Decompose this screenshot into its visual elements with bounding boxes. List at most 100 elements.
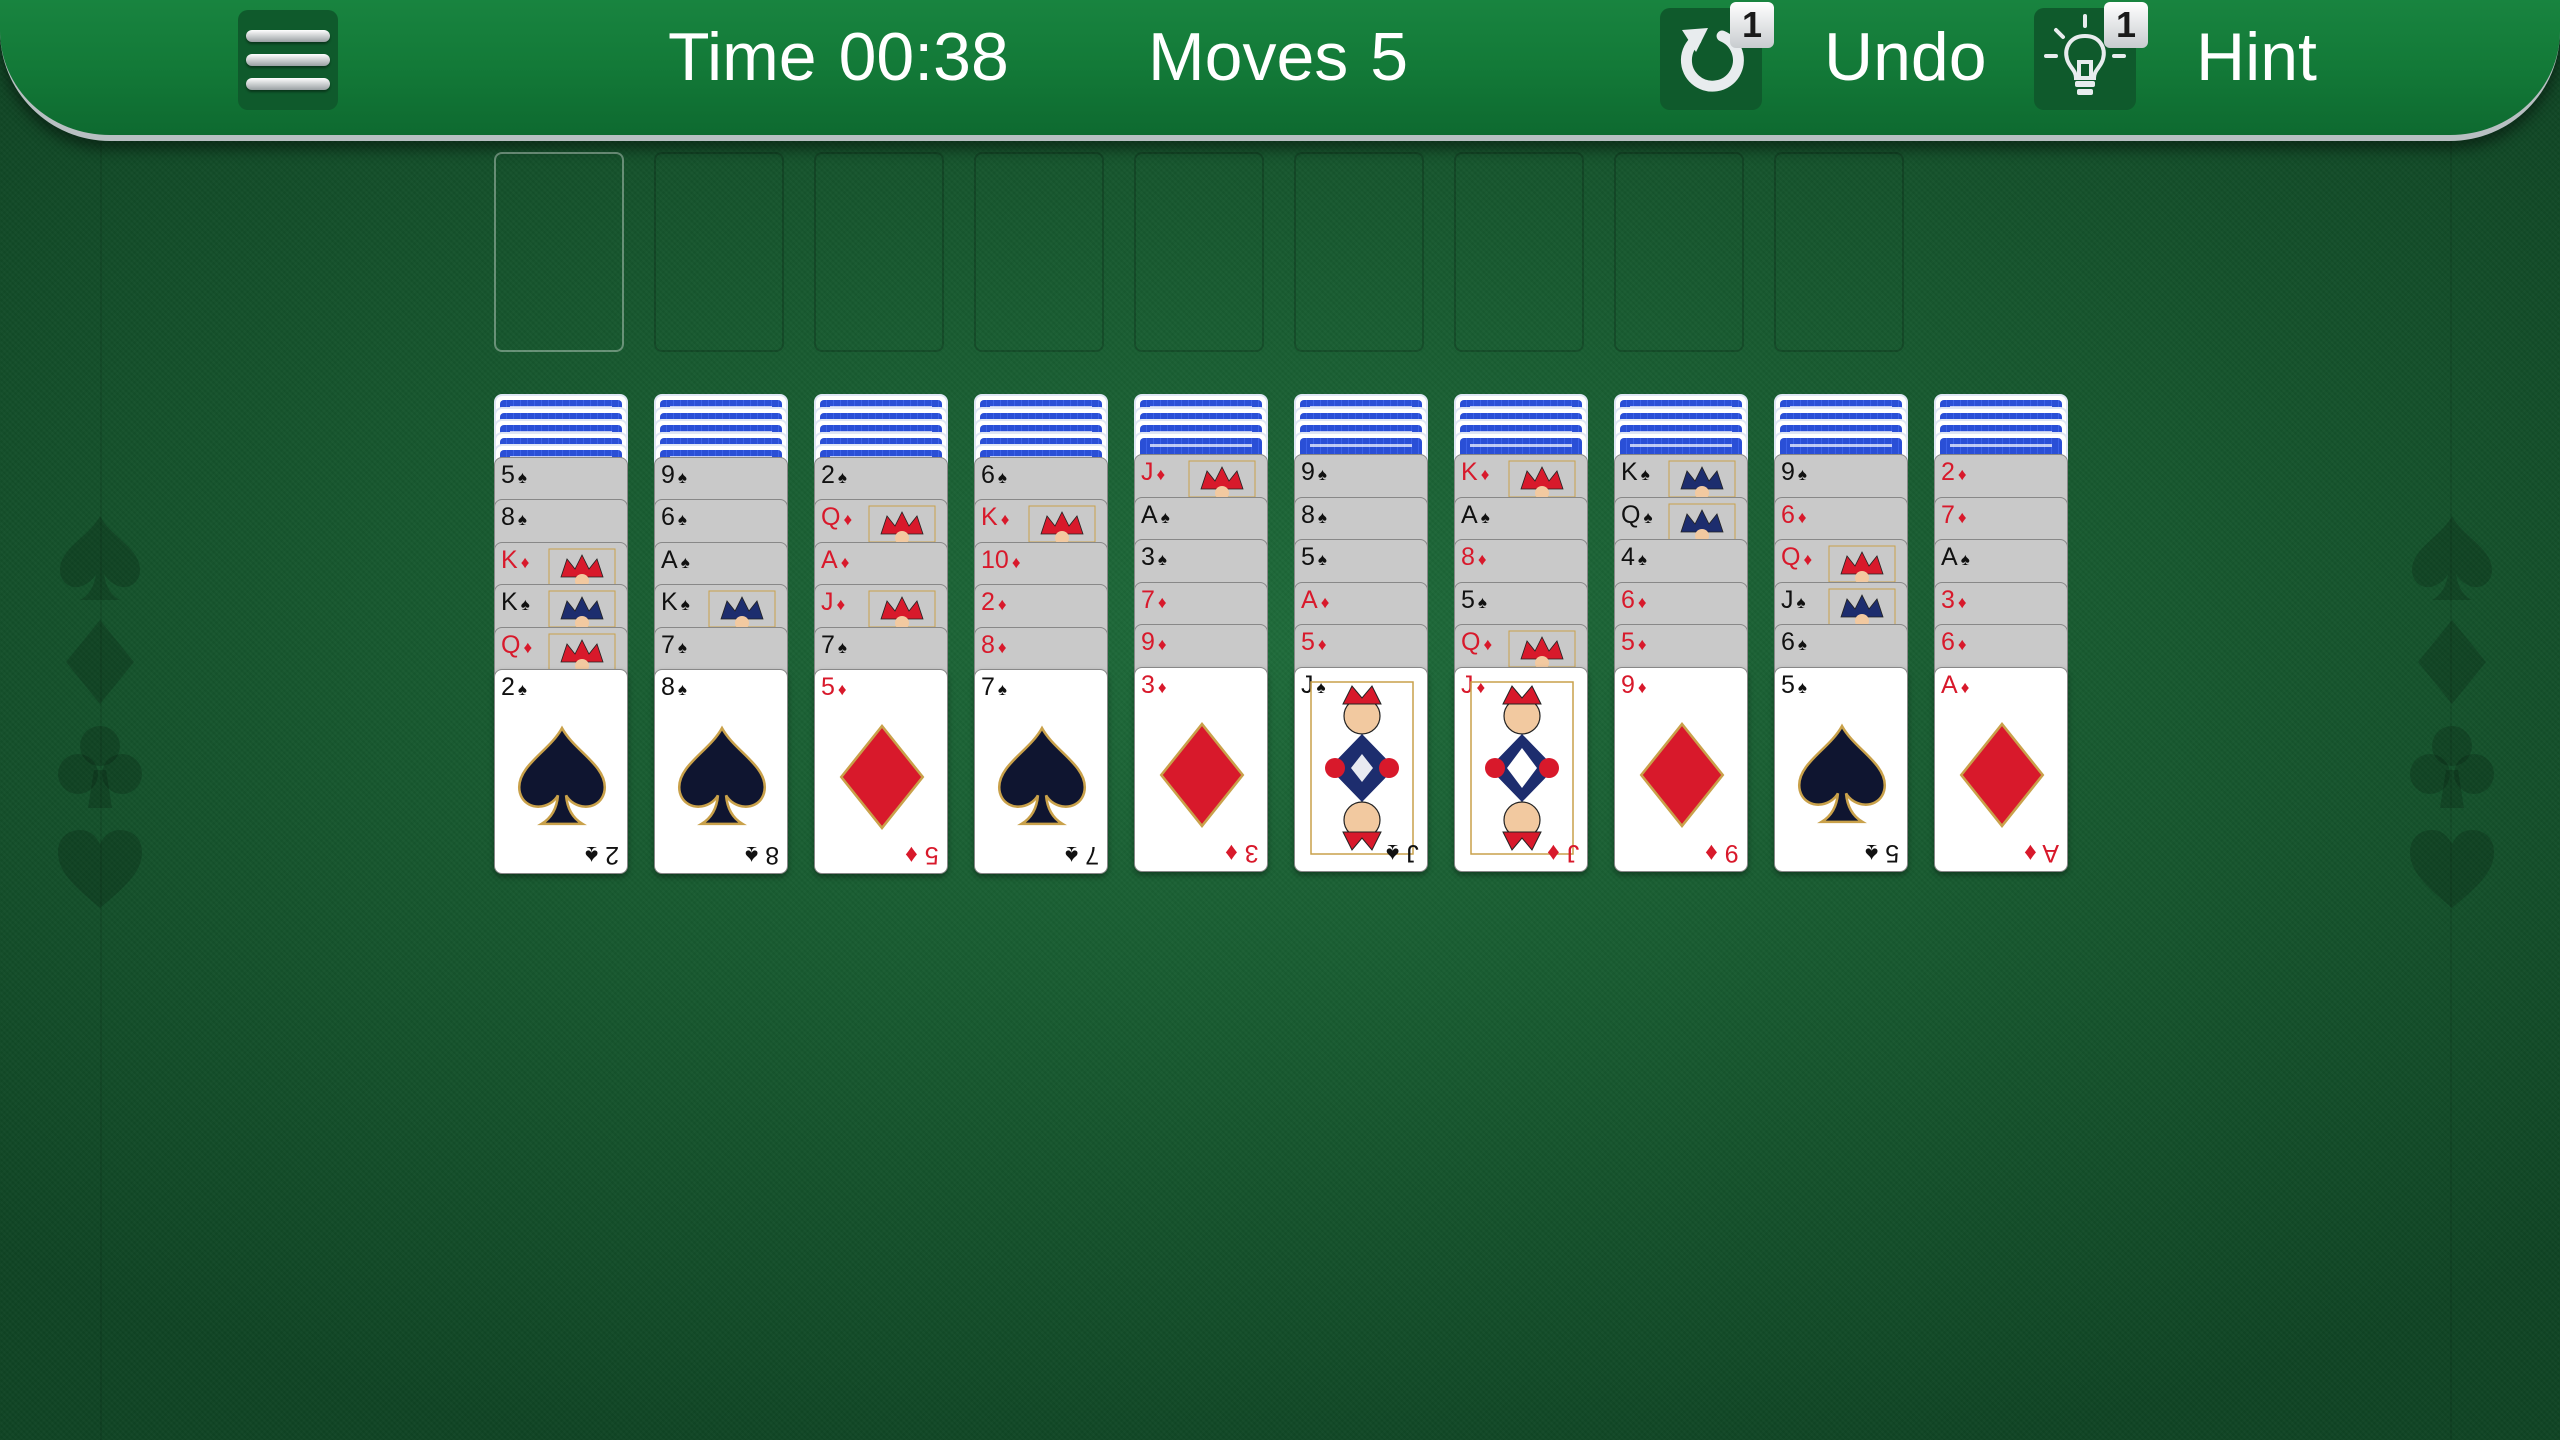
card-suit: ♠ xyxy=(1797,635,1807,654)
playing-card-top[interactable]: 2 ♠ 2 ♠ xyxy=(494,669,628,874)
card-suit: ♦ xyxy=(1157,592,1167,612)
card-rank: 9 ♠ xyxy=(661,460,687,489)
card-rank: 5 ♦ xyxy=(1621,628,1647,656)
card-suit: ♠ xyxy=(1477,592,1487,612)
menu-button[interactable] xyxy=(238,10,338,110)
diamond-pip-icon xyxy=(1959,721,2045,828)
card-rank: 10 ♦ xyxy=(981,545,1021,574)
diamond-suit-icon xyxy=(2406,616,2498,708)
card-suit: ♠ xyxy=(1796,592,1806,612)
card-suit: ♦ xyxy=(997,637,1007,657)
card-suit: ♦ xyxy=(1957,465,1967,484)
card-rank: 5 ♦ xyxy=(821,673,847,701)
card-rank: Q ♦ xyxy=(501,630,533,659)
diamond-pip-icon xyxy=(839,724,925,830)
undo-label[interactable]: Undo xyxy=(1824,18,1987,96)
undo-button[interactable]: 1 xyxy=(1660,2,1774,110)
card-rank: Q ♦ xyxy=(1781,543,1813,571)
card-rank: 8 ♠ xyxy=(501,503,527,531)
card-suit: ♦ xyxy=(1637,635,1647,654)
card-suit: ♦ xyxy=(1156,465,1166,484)
card-suit: ♦ xyxy=(1960,677,1970,697)
card-suit: ♦ xyxy=(1957,592,1967,612)
card-suit: ♠ xyxy=(680,595,690,614)
face-card-art-icon xyxy=(548,633,616,670)
card-rank: 3 ♦ xyxy=(1141,670,1167,699)
foundation-slot xyxy=(1614,152,1744,352)
card-suit: ♦ xyxy=(997,595,1007,614)
playing-card-top[interactable]: 5 ♦ 5 ♦ xyxy=(814,669,948,874)
foundation-slot xyxy=(1774,152,1904,352)
playing-card-top[interactable]: 8 ♠ 8 ♠ xyxy=(654,669,788,874)
card-suit: ♦ xyxy=(1797,507,1807,527)
spade-pip-icon xyxy=(997,725,1087,826)
card-rank: 2 ♦ xyxy=(981,588,1007,616)
face-card-art-icon xyxy=(1828,588,1896,625)
diamond-pip-icon xyxy=(1159,721,1245,828)
playing-card-top[interactable]: J ♦ J ♦ xyxy=(1454,666,1588,872)
card-rank: 7 ♠ xyxy=(661,630,687,659)
card-suit: ♦ xyxy=(520,552,530,572)
card-suit: ♠ xyxy=(997,680,1007,699)
time-label: Time xyxy=(668,19,817,95)
card-suit: ♦ xyxy=(1803,550,1813,569)
card-suit: ♠ xyxy=(837,637,847,657)
playing-card-top[interactable]: 5 ♠ 5 ♠ xyxy=(1774,666,1908,872)
card-rank: 8 ♠ xyxy=(661,673,687,701)
card-rank-bottom: 3 ♦ xyxy=(1225,838,1259,867)
card-rank: 5 ♠ xyxy=(501,460,527,489)
card-suit: ♦ xyxy=(1483,635,1493,654)
card-rank-bottom: J ♦ xyxy=(1546,838,1579,867)
foundation-slot xyxy=(654,152,784,352)
hint-label[interactable]: Hint xyxy=(2196,18,2317,96)
spade-suit-icon xyxy=(54,512,146,604)
foundation-slot xyxy=(494,152,624,352)
card-rank: 4 ♠ xyxy=(1621,543,1647,571)
card-suit: ♦ xyxy=(1320,592,1330,612)
card-rank: 2 ♠ xyxy=(501,673,527,701)
card-rank: K ♠ xyxy=(661,588,690,616)
card-rank: K ♦ xyxy=(1461,458,1490,486)
card-suit: ♦ xyxy=(523,637,533,657)
card-rank: 2 ♦ xyxy=(1941,458,1967,486)
face-card-art-icon xyxy=(548,548,616,585)
menu-icon-line xyxy=(246,30,330,42)
card-suit: ♠ xyxy=(680,552,690,572)
playing-card-top[interactable]: 9 ♦ 9 ♦ xyxy=(1614,666,1748,872)
hint-button[interactable]: 1 xyxy=(2034,2,2148,110)
card-suit: ♠ xyxy=(677,467,687,487)
card-suit: ♦ xyxy=(840,552,850,572)
card-suit: ♠ xyxy=(517,467,527,487)
card-suit: ♠ xyxy=(1317,465,1327,484)
card-rank: J ♠ xyxy=(1781,585,1806,614)
moves-display: Moves 5 xyxy=(1148,18,1408,96)
card-suit: ♠ xyxy=(517,510,527,529)
card-rank: 5 ♠ xyxy=(1781,670,1807,699)
card-rank: 6 ♦ xyxy=(1941,628,1967,656)
top-bar: Time 00:38 Moves 5 1 Undo 1 Hint xyxy=(0,0,2560,141)
playing-card-top[interactable]: A ♦ A ♦ xyxy=(1934,666,2068,872)
face-card-art-icon xyxy=(1668,503,1736,540)
card-rank: A ♠ xyxy=(1461,500,1490,529)
diamond-pip-icon xyxy=(1639,721,1725,828)
card-suit: ♦ xyxy=(1157,635,1167,654)
card-rank: A ♠ xyxy=(1141,500,1170,529)
playing-card-top[interactable]: 7 ♠ 7 ♠ xyxy=(974,669,1108,874)
face-card-art-icon xyxy=(1188,460,1256,497)
playing-card-top[interactable]: 3 ♦ 3 ♦ xyxy=(1134,666,1268,872)
card-rank: J ♦ xyxy=(821,588,846,616)
card-rank: Q ♦ xyxy=(821,503,853,531)
card-rank: 9 ♠ xyxy=(1781,458,1807,486)
card-suit: ♠ xyxy=(1317,550,1327,569)
card-rank: A ♦ xyxy=(1941,670,1970,699)
face-card-art-icon xyxy=(868,505,936,542)
card-rank: 9 ♠ xyxy=(1301,458,1327,486)
card-suit: ♠ xyxy=(1797,465,1807,484)
card-suit: ♦ xyxy=(1157,677,1167,697)
playing-card-top[interactable]: J ♠ J ♠ xyxy=(1294,666,1428,872)
card-suit: ♠ xyxy=(517,680,527,699)
card-suit: ♦ xyxy=(1637,677,1647,697)
card-suit: ♠ xyxy=(1640,465,1650,484)
menu-icon-line xyxy=(246,78,330,90)
card-rank: 6 ♦ xyxy=(1621,585,1647,614)
